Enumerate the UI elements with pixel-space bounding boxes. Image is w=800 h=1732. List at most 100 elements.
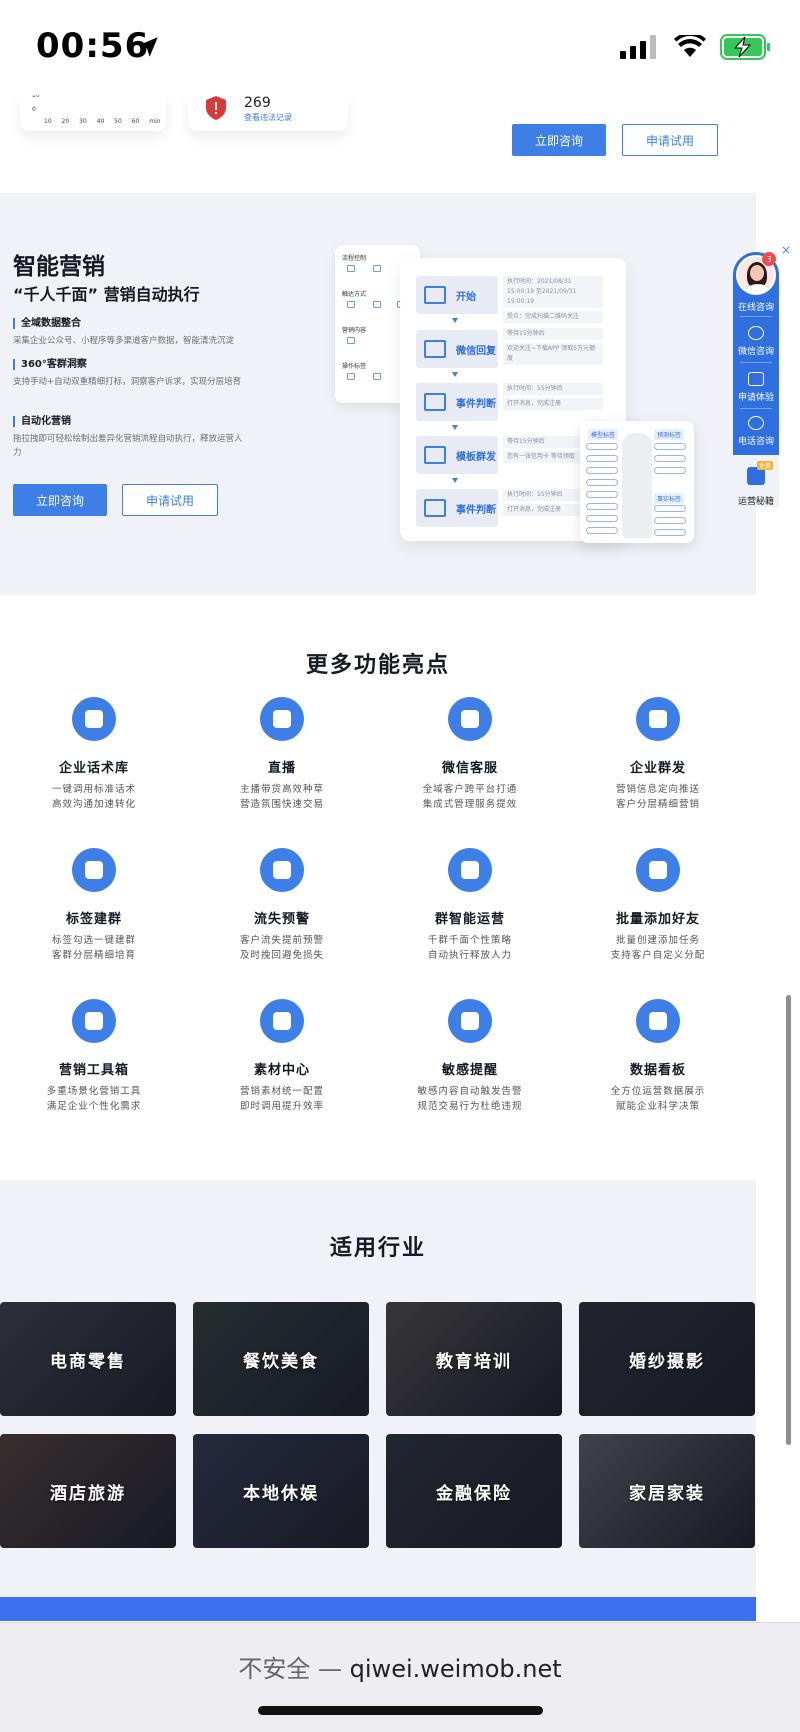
feature-customer-insight: 360°客群洞察 支持手动+自动双重精细打标，洞察客户诉求，实现分层培育 — [13, 359, 243, 389]
tag-pill — [654, 505, 686, 512]
industries-section: 适用行业 电商零售 餐饮美食 教育培训 婚纱摄影酒店旅游 本地休娱 金融保险 家居家装 — [0, 1180, 756, 1597]
tag-icon — [373, 373, 381, 380]
feature-desc: 多重场景化营销工具 满足企业个性化需求 — [46, 1086, 142, 1112]
trial-button[interactable]: 申请试用 — [622, 124, 718, 156]
feature-item[interactable]: 企业群发 营销信息定向推送 客户分层精细营销 — [564, 697, 752, 812]
free-badge: 免费 — [756, 461, 773, 470]
tag-icon — [347, 373, 355, 380]
tag-header: 模型标签 — [588, 429, 619, 440]
feature-title: 全域数据整合 — [13, 318, 243, 329]
industry-label: 教育培训 — [436, 1351, 512, 1372]
bar-chart-icon — [636, 999, 680, 1043]
tag-header: 预测标签 — [654, 429, 685, 440]
check-branch-icon — [424, 393, 446, 411]
balloon-icon — [72, 999, 116, 1043]
flow-step-wechat-reply: 微信回复 — [416, 330, 498, 368]
feature-title: 群智能运营 — [434, 912, 505, 927]
footer-band — [0, 1597, 756, 1621]
consult-button[interactable]: 立即咨询 — [512, 124, 606, 156]
feature-title: 标签建群 — [65, 912, 122, 927]
bell-icon — [448, 999, 492, 1043]
url-display[interactable]: 不安全 — qiwei.weimob.net — [0, 1649, 800, 1684]
feature-item[interactable]: 流失预警 客户流失提前预警 及时挽回避免损失 — [188, 848, 376, 963]
feature-item[interactable]: 标签建群 标签勾选一键建群 客群分层精细培育 — [0, 848, 188, 963]
group-users-icon — [72, 848, 116, 892]
image-gallery-icon — [260, 999, 304, 1043]
trial-button[interactable]: 申请试用 — [122, 484, 218, 516]
industry-tile[interactable]: 本地休娱 — [193, 1434, 369, 1548]
feature-title: 批量添加好友 — [615, 912, 700, 927]
tag-pill — [586, 443, 618, 450]
domain-label: qiwei.weimob.net — [349, 1655, 562, 1683]
phone-consult-button[interactable]: 电话咨询 — [733, 416, 779, 447]
industry-tile[interactable]: 金融保险 — [386, 1434, 562, 1548]
industry-tile[interactable]: 家居家装 — [579, 1434, 755, 1548]
industry-tile[interactable]: 电商零售 — [0, 1302, 176, 1416]
envelope-send-icon — [636, 697, 680, 741]
edit-icon — [748, 372, 764, 386]
industry-label: 酒店旅游 — [50, 1483, 126, 1504]
feature-item[interactable]: 营销工具箱 多重场景化营销工具 满足企业个性化需求 — [0, 999, 188, 1114]
insecure-label: 不安全 — — [238, 1655, 343, 1683]
chat-icon — [424, 340, 446, 358]
feature-title: 素材中心 — [253, 1063, 310, 1078]
violation-stat-card: 269 查看违法记录 — [188, 95, 348, 131]
feature-item[interactable]: 企业话术库 一键调用标准话术 高效沟通加速转化 — [0, 697, 188, 812]
wechat-consult-button[interactable]: 微信咨询 — [733, 326, 779, 357]
home-indicator[interactable] — [258, 1706, 543, 1715]
close-icon[interactable]: × — [781, 243, 791, 257]
phone-icon — [748, 416, 764, 430]
feature-desc: 批量创建添加任务 支持客户自定义分配 — [610, 935, 706, 961]
feature-item[interactable]: 敏感提醒 敏感内容自动触发告警 规范交易行为杜绝违规 — [376, 999, 564, 1114]
feature-item[interactable]: 直播主播带货高效种草 营造氛围快速交易 — [188, 697, 376, 812]
browser-address-bar[interactable]: 不安全 — qiwei.weimob.net — [0, 1622, 800, 1732]
flow-arrow-icon — [452, 318, 458, 323]
feature-item[interactable]: 微信客服 全域客户跨平台打通 集成式管理服务提效 — [376, 697, 564, 812]
feature-item[interactable]: 素材中心 营销素材统一配置 即时调用提升效率 — [188, 999, 376, 1114]
feature-title: 敏感提醒 — [441, 1063, 498, 1078]
feature-item[interactable]: 群智能运营 千群千面个性策略 自动执行释放人力 — [376, 848, 564, 963]
more-features-section: 更多功能亮点 企业话术库 一键调用标准话术 高效沟通加速转化 直播 主播带货高效种草 营造… — [0, 595, 756, 1180]
feature-title: 企业话术库 — [58, 761, 129, 776]
aperture-icon — [636, 848, 680, 892]
consult-button[interactable]: 立即咨询 — [13, 484, 107, 516]
wechat-icon — [748, 326, 764, 340]
violation-record-link[interactable]: 查看违法记录 — [244, 112, 292, 123]
feature-title: 数据看板 — [629, 1063, 686, 1078]
tag-pill — [586, 527, 618, 534]
feature-title: 直播 — [267, 761, 296, 776]
tag-pill — [654, 467, 686, 474]
feature-title: 360°客群洞察 — [13, 359, 243, 370]
apply-experience-button[interactable]: 申请体验 — [733, 372, 779, 403]
feature-item[interactable]: 数据看板全方位运营数据展示 赋能企业科学决策 — [564, 999, 752, 1114]
industry-tile[interactable]: 餐饮美食 — [193, 1302, 369, 1416]
status-bar: 00:56 — [0, 0, 800, 95]
feature-title: 微信客服 — [441, 761, 498, 776]
flow-arrow-icon — [452, 372, 458, 377]
scrollbar[interactable] — [786, 995, 791, 1445]
tag-pill — [586, 467, 618, 474]
chart-x-labels: 10 20 30 40 50 60 min — [44, 118, 161, 125]
status-time: 00:56 — [36, 26, 150, 66]
content-icon — [347, 337, 355, 344]
flow-arrow-icon — [452, 478, 458, 483]
industry-label: 本地休娱 — [243, 1483, 319, 1504]
feature-desc: 全方位运营数据展示 赋能企业科学决策 — [610, 1086, 706, 1112]
online-consult-button[interactable]: 在线咨询 — [733, 300, 779, 313]
cellular-signal-icon — [620, 35, 656, 59]
tag-pill — [586, 503, 618, 510]
flow-arrow-icon — [452, 425, 458, 430]
industry-label: 家居家装 — [629, 1483, 705, 1504]
industry-tile[interactable]: 婚纱摄影 — [579, 1302, 755, 1416]
step-info: 等待15分钟后 欢迎关注~下载APP 领取5万元额度 — [503, 328, 603, 368]
feature-item[interactable]: 批量添加好友批量创建添加任务 支持客户自定义分配 — [564, 848, 752, 963]
feature-desc: 客户流失提前预警 及时挽回避免损失 — [239, 935, 324, 961]
industry-tile[interactable]: 教育培训 — [386, 1302, 562, 1416]
flow-step-event-judge: 事件判断 — [416, 383, 498, 421]
operation-guide-button[interactable]: 免费 运营秘籍 — [733, 455, 779, 507]
feature-desc: 主播带货高效种草 营造氛围快速交易 — [239, 784, 324, 810]
tag-pill — [586, 491, 618, 498]
industry-tile[interactable]: 酒店旅游 — [0, 1434, 176, 1548]
mail-icon — [424, 446, 446, 464]
section-title: 适用行业 — [329, 1236, 426, 1261]
